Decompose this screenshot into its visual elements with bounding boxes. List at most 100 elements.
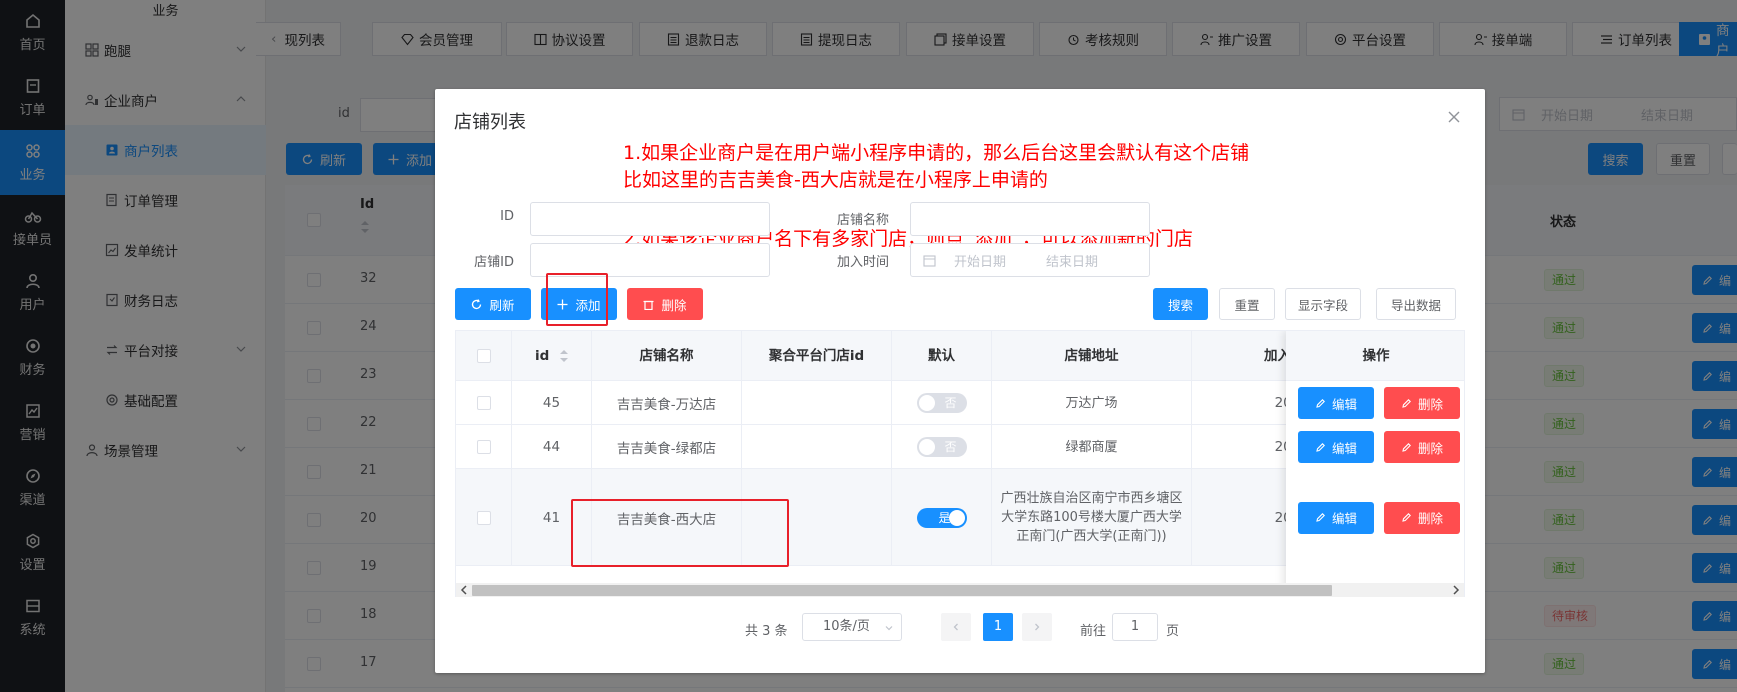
cell-id: 45 — [512, 381, 592, 425]
edit-icon — [1402, 513, 1411, 522]
row-edit-button[interactable]: 编辑 — [1298, 431, 1374, 463]
default-toggle[interactable]: 否 — [916, 437, 967, 457]
refresh-button[interactable]: 刷新 — [455, 288, 531, 320]
cell-id: 44 — [512, 425, 592, 469]
row-checkbox[interactable] — [476, 510, 491, 525]
cell-shop-name: 吉吉美食-万达店 — [592, 381, 742, 425]
button-label: 删除 — [1417, 440, 1443, 456]
cell-shop-name: 吉吉美食-绿都店 — [592, 425, 742, 469]
row-select-cell — [456, 469, 512, 566]
calendar-icon — [923, 254, 936, 267]
default-toggle[interactable]: 是 — [916, 507, 967, 528]
button-label: 删除 — [661, 297, 687, 313]
date-start-placeholder: 开始日期 — [954, 254, 1007, 270]
button-label: 刷新 — [489, 297, 515, 313]
col-id[interactable]: id — [512, 331, 592, 381]
chevron-down-icon — [885, 626, 893, 631]
button-label: 删除 — [1417, 511, 1443, 526]
row-delete-button[interactable]: 删除 — [1384, 431, 1460, 463]
annotation-line-2: 比如这里的吉吉美食-西大店就是在小程序上申请的 — [623, 169, 1048, 191]
filter-id-label: ID — [500, 209, 514, 224]
page-number-current[interactable]: 1 — [983, 613, 1013, 641]
edit-icon — [1316, 398, 1325, 408]
filter-id-input[interactable] — [530, 202, 770, 236]
export-data-button[interactable]: 导出数据 — [1376, 288, 1456, 320]
filter-shop-name-input[interactable] — [910, 202, 1150, 236]
cell-default: 否 — [892, 381, 992, 425]
row-checkbox[interactable] — [476, 440, 491, 454]
delete-button[interactable]: 删除 — [627, 288, 703, 320]
scroll-right-icon[interactable] — [1451, 585, 1461, 595]
trash-icon — [643, 299, 654, 310]
col-address: 店铺地址 — [992, 331, 1192, 381]
toggle-label: 否 — [944, 440, 957, 454]
toggle-label: 否 — [944, 396, 957, 410]
row-select-cell — [456, 425, 512, 469]
pagination-total: 共 3 条 — [745, 624, 788, 639]
edit-icon — [1402, 442, 1411, 452]
row-select-cell — [456, 381, 512, 425]
cell-address: 广西壮族自治区南宁市西乡塘区大学东路100号楼大厦广西大学正南门(广西大学(正南… — [992, 469, 1192, 566]
goto-page-input[interactable]: 1 — [1112, 613, 1158, 641]
highlight-add-button — [546, 273, 608, 326]
page-suffix-label: 页 — [1166, 624, 1180, 639]
page-size-select[interactable]: 10条/页 — [802, 613, 902, 641]
cell-address: 万达广场 — [992, 381, 1192, 425]
edit-icon — [1316, 442, 1325, 452]
cell-default: 是 — [892, 469, 992, 566]
scroll-left-icon[interactable] — [459, 585, 469, 595]
col-select — [456, 331, 512, 381]
filter-shop-id-label: 店铺ID — [474, 255, 514, 270]
cell-address: 绿都商厦 — [992, 425, 1192, 469]
sort-icon — [560, 350, 568, 362]
row-delete-button[interactable]: 删除 — [1384, 387, 1460, 419]
toggle-knob — [918, 439, 935, 455]
row-checkbox[interactable] — [476, 396, 491, 410]
toggle-knob — [948, 509, 965, 526]
row-edit-button[interactable]: 编辑 — [1298, 501, 1374, 534]
filter-join-time-label: 加入时间 — [836, 255, 889, 270]
annotation-line-1: 1.如果企业商户是在用户端小程序申请的，那么后台这里会默认有这个店铺 — [623, 142, 1250, 164]
cell-aggregate-id — [742, 425, 892, 469]
search-button[interactable]: 搜索 — [1153, 288, 1208, 320]
goto-label: 前往 — [1080, 624, 1107, 639]
refresh-icon — [471, 298, 482, 310]
pagination: 共 3 条 10条/页 1 前往 1 页 — [435, 613, 1485, 643]
page-size-value: 10条/页 — [823, 619, 870, 634]
table-horizontal-scrollbar[interactable] — [455, 583, 1465, 597]
reset-button[interactable]: 重置 — [1219, 288, 1275, 320]
select-all-checkbox[interactable] — [476, 349, 491, 363]
toggle-label: 是 — [938, 510, 951, 525]
col-shop-name: 店铺名称 — [592, 331, 742, 381]
button-label: 显示字段 — [1297, 297, 1348, 313]
col-aggregate-id: 聚合平台门店id — [742, 331, 892, 381]
edit-icon — [1402, 398, 1411, 408]
cell-default: 否 — [892, 425, 992, 469]
filter-shop-id-input[interactable] — [530, 243, 770, 277]
default-toggle[interactable]: 否 — [916, 393, 967, 413]
prev-page-button[interactable] — [941, 613, 971, 641]
scrollbar-thumb[interactable] — [472, 585, 1332, 596]
date-end-placeholder: 结束日期 — [1046, 254, 1099, 270]
button-label: 导出数据 — [1390, 297, 1441, 313]
toggle-knob — [918, 395, 935, 411]
button-label: 编辑 — [1331, 396, 1357, 412]
show-fields-button[interactable]: 显示字段 — [1285, 288, 1361, 320]
next-page-button[interactable] — [1022, 613, 1052, 641]
highlight-xida-shop — [571, 499, 789, 567]
button-label: 编辑 — [1331, 511, 1357, 526]
filter-shop-name-label: 店铺名称 — [836, 213, 889, 228]
button-label: 搜索 — [1167, 297, 1193, 313]
button-label: 删除 — [1417, 396, 1443, 412]
row-delete-button[interactable]: 删除 — [1384, 501, 1460, 534]
filter-join-time-range[interactable]: 开始日期 结束日期 — [910, 243, 1150, 277]
button-label: 编辑 — [1331, 440, 1357, 456]
dialog-title: 店铺列表 — [454, 112, 526, 133]
row-edit-button[interactable]: 编辑 — [1298, 387, 1374, 419]
close-icon[interactable] — [1447, 110, 1461, 124]
cell-aggregate-id — [742, 381, 892, 425]
shop-list-dialog: 店铺列表 1.如果企业商户是在用户端小程序申请的，那么后台这里会默认有这个店铺 … — [435, 89, 1485, 673]
col-actions: 操作 — [1286, 331, 1464, 381]
button-label: 重置 — [1234, 297, 1260, 313]
actions-fixed-column: 操作 编辑 删除 编辑 删除 编辑 删除 — [1286, 331, 1464, 589]
